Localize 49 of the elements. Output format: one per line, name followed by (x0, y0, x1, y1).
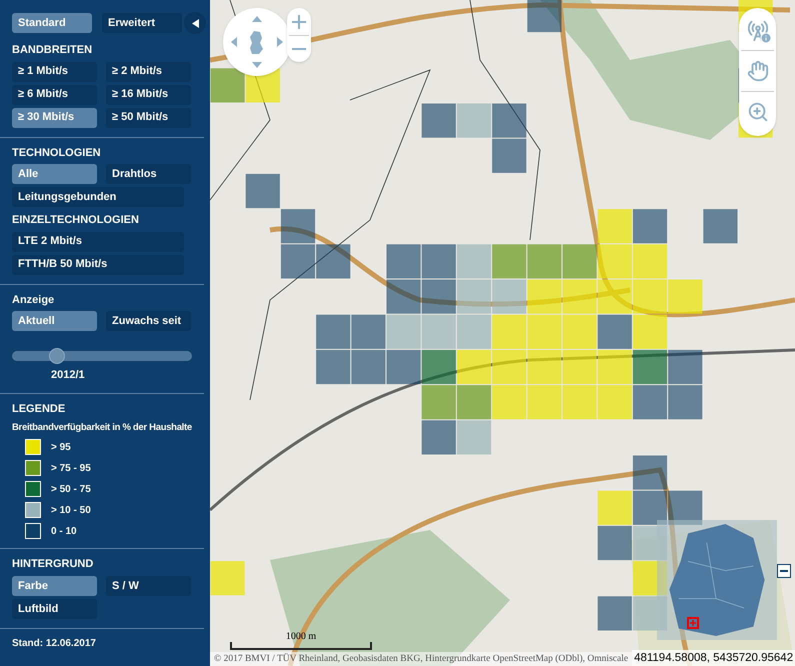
filter-button[interactable]: Alle (12, 164, 97, 184)
legend-label: > 10 - 50 (51, 504, 91, 518)
filter-button[interactable]: ≥ 50 Mbit/s (106, 108, 191, 128)
slider-value: 2012/1 (51, 368, 85, 383)
minus-icon (292, 48, 306, 50)
legend-subtitle: Breitbandverfügbarkeit in % der Haushalte (12, 421, 193, 435)
filter-button[interactable]: Farbe (12, 576, 97, 596)
filter-button[interactable]: Zuwachs seit (106, 311, 191, 331)
location-marker-icon (687, 617, 699, 629)
slider-thumb[interactable] (49, 348, 65, 364)
filter-button[interactable]: ≥ 6 Mbit/s (12, 84, 97, 104)
overview-toggle-button[interactable] (777, 564, 791, 578)
antenna-icon (746, 20, 768, 42)
filter-button[interactable]: ≥ 16 Mbit/s (106, 84, 191, 104)
map-view[interactable]: 1000 m © 2017 BMVI / TÜV Rheinland, Geobasisdaten BKG, Hintergrundkarte OpenStreetMap (ODbl), Omniscale 481194.58008, 5435720.95642 (210, 0, 795, 666)
section-title: Anzeige (12, 292, 56, 308)
section-title: BANDBREITEN (12, 43, 94, 58)
caret-icon (192, 18, 198, 28)
scale-label: 1000 m (286, 632, 316, 642)
collapse-button[interactable] (184, 12, 206, 34)
legend-label: > 50 - 75 (51, 482, 91, 497)
legend-label: > 75 - 95 (51, 462, 91, 476)
data-date: Stand: 12.06.2017 (12, 636, 97, 651)
filter-button[interactable]: Aktuell (12, 311, 97, 331)
direction-arrows-icon (229, 14, 285, 70)
zoom-in-icon (746, 101, 768, 123)
legend-label: 0 - 10 (51, 524, 77, 539)
filter-button[interactable]: Leitungsgebunden (12, 187, 184, 207)
filter-button[interactable]: FTTH/B 50 Mbit/s (12, 254, 184, 274)
info-icon (760, 32, 772, 44)
map-coordinates: 481194.58008, 5435720.95642 (632, 650, 795, 666)
filter-button[interactable]: Luftbild (12, 598, 97, 619)
section-title: TECHNOLOGIEN (12, 146, 102, 160)
section-title: HINTERGRUND (12, 557, 94, 572)
filter-button[interactable]: ≥ 30 Mbit/s (12, 108, 97, 128)
section-title: EINZELTECHNOLOGIEN (12, 213, 140, 228)
section-title: LEGENDE (12, 402, 66, 416)
filter-button[interactable]: LTE 2 Mbit/s (12, 232, 184, 252)
legend-label: > 95 (51, 440, 71, 455)
mode-tab[interactable]: Erweitert (102, 13, 182, 33)
map-attribution: © 2017 BMVI / TÜV Rheinland, Geobasisdaten BKG, Hintergrundkarte OpenStreetMap (ODbl), Omniscale (210, 652, 632, 666)
plus-icon (292, 14, 306, 28)
hand-icon (746, 60, 768, 82)
minus-icon (780, 570, 788, 572)
mode-tab[interactable]: Standard (12, 13, 92, 33)
filter-button[interactable]: ≥ 2 Mbit/s (106, 62, 191, 82)
filter-button[interactable]: ≥ 1 Mbit/s (12, 62, 97, 82)
filter-button[interactable]: Drahtlos (106, 164, 191, 184)
filter-button[interactable]: S / W (106, 576, 191, 596)
